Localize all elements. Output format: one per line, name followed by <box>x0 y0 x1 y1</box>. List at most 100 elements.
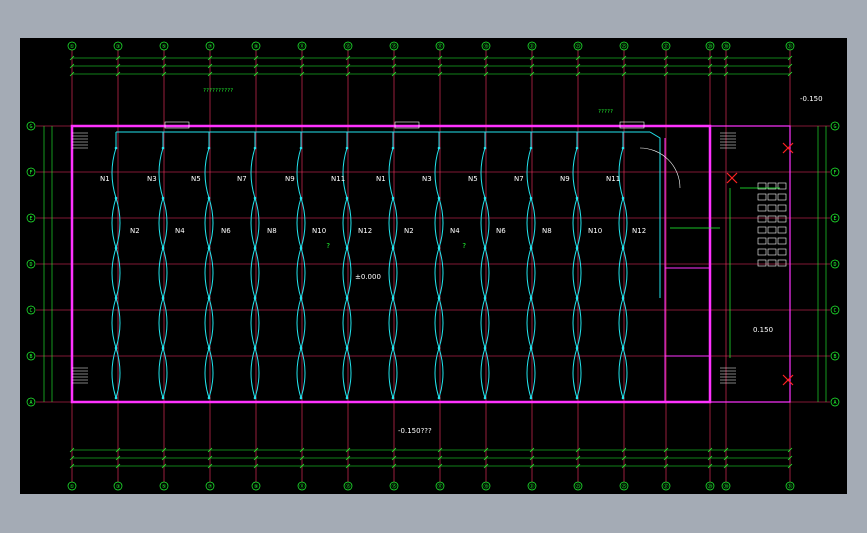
light-fixture <box>529 396 533 400</box>
light-fixture <box>207 146 211 150</box>
light-fixture <box>161 396 165 400</box>
axis-label-left: B <box>29 354 32 360</box>
light-fixture <box>114 396 118 400</box>
circuit-label: N11 <box>606 175 620 183</box>
light-fixture <box>299 346 303 350</box>
desk <box>767 193 777 201</box>
light-fixture <box>391 246 395 250</box>
light-fixture <box>161 146 165 150</box>
axis-label-top: ⑲ <box>483 43 488 50</box>
axis-label-left: D <box>29 262 32 268</box>
circuit-wire <box>572 147 578 399</box>
axis-label-right: D <box>833 262 836 268</box>
axis-label-bottom: ㉓ <box>575 483 580 490</box>
circuit-label: N9 <box>285 175 295 183</box>
circuit-label: N12 <box>358 227 372 235</box>
axis-label-right: A <box>833 400 836 406</box>
axis-label-left: C <box>29 308 32 314</box>
axis-label-bottom: ⑬ <box>345 483 350 490</box>
circuit-label: N12 <box>632 227 646 235</box>
axis-label-top: ㉕ <box>621 43 626 50</box>
desk <box>757 204 767 212</box>
circuit-label: N4 <box>175 227 185 235</box>
circuit-wire <box>526 147 532 399</box>
light-fixture <box>207 196 211 200</box>
panel-label-2: ????? <box>598 109 613 115</box>
desk <box>777 193 787 201</box>
light-fixture <box>575 396 579 400</box>
light-fixture <box>483 246 487 250</box>
light-fixture <box>529 296 533 300</box>
light-fixture <box>161 246 165 250</box>
circuit-wire <box>250 147 256 399</box>
desk <box>767 204 777 212</box>
light-fixture <box>529 346 533 350</box>
light-fixture <box>621 296 625 300</box>
light-fixture <box>483 396 487 400</box>
desk <box>777 226 787 234</box>
axis-label-top: ㉗ <box>663 43 668 50</box>
axis-label-top: ㉛ <box>787 43 792 50</box>
light-fixture <box>575 196 579 200</box>
axis-label-bottom: ㉑ <box>529 483 534 490</box>
axis-label-top: ㉚ <box>723 43 728 50</box>
light-fixture <box>575 146 579 150</box>
circuit-label: N7 <box>237 175 247 183</box>
axis-label-top: ⑦ <box>208 44 213 50</box>
circuit-label: N1 <box>376 175 386 183</box>
circuit-wire <box>111 147 117 399</box>
dimension-lines <box>43 55 827 469</box>
marker-q2: ? <box>462 242 466 250</box>
light-fixture <box>391 346 395 350</box>
panel-label: ?????????? <box>203 88 233 94</box>
axis-label-top: ⑪ <box>299 43 304 50</box>
floor-plan-svg: ①①③③⑤⑤⑦⑦⑨⑨⑪⑪⑬⑬⑮⑮⑰⑰⑲⑲㉑㉑㉓㉓㉕㉕㉗㉗㉙㉙㉚㉚㉛㉛G GF FE E… <box>26 41 840 491</box>
axis-label-bottom: ⑮ <box>391 483 396 490</box>
cad-drawing-canvas[interactable]: ①①③③⑤⑤⑦⑦⑨⑨⑪⑪⑬⑬⑮⑮⑰⑰⑲⑲㉑㉑㉓㉓㉕㉕㉗㉗㉙㉙㉚㉚㉛㉛GGFFEE… <box>20 38 847 494</box>
equipment-symbol <box>782 142 794 154</box>
light-fixture <box>114 246 118 250</box>
desk <box>777 204 787 212</box>
axis-label-right: F <box>833 170 836 176</box>
desk <box>777 215 787 223</box>
circuit-label: N7 <box>514 175 524 183</box>
axis-label-bottom: ㉕ <box>621 483 626 490</box>
circuit-label: N4 <box>450 227 460 235</box>
circuit-label: N2 <box>130 227 140 235</box>
axis-grid: ①①③③⑤⑤⑦⑦⑨⑨⑪⑪⑬⑬⑮⑮⑰⑰⑲⑲㉑㉑㉓㉓㉕㉕㉗㉗㉙㉙㉚㉚㉛㉛G GF FE E… <box>26 41 840 491</box>
axis-label-top: ⑰ <box>437 43 442 50</box>
axis-label-top: ㉓ <box>575 43 580 50</box>
circuit-wire <box>296 147 302 399</box>
circuit-label: N11 <box>331 175 345 183</box>
light-fixture <box>621 346 625 350</box>
light-fixture <box>483 196 487 200</box>
light-fixture <box>253 146 257 150</box>
circuit-label: N8 <box>542 227 552 235</box>
circuit-wire <box>158 147 164 399</box>
light-fixture <box>529 246 533 250</box>
elevation-center: ±0.000 <box>355 273 381 281</box>
circuit-label: N8 <box>267 227 277 235</box>
light-fixture <box>253 346 257 350</box>
desk <box>757 215 767 223</box>
axis-label-right: C <box>833 308 836 314</box>
desk <box>777 237 787 245</box>
circuit-label: N5 <box>468 175 478 183</box>
axis-label-left: F <box>29 170 32 176</box>
circuit-label: N1 <box>100 175 110 183</box>
light-fixture <box>345 146 349 150</box>
circuit-labels: N1 N3 N5 N7 N9 N11 N1 N3 N5 N7 N9 N11 N2 N4 N6 N8 N10 N12… <box>100 175 646 235</box>
light-fixture <box>575 246 579 250</box>
light-fixture <box>207 246 211 250</box>
axis-label-top: ⑤ <box>162 44 167 50</box>
light-fixture <box>621 146 625 150</box>
axis-label-right: G <box>833 124 836 130</box>
light-fixture <box>437 246 441 250</box>
elevation-bottom: -0.150??? <box>398 427 432 435</box>
light-fixture <box>114 146 118 150</box>
light-fixture <box>299 246 303 250</box>
axis-label-top: ⑬ <box>345 43 350 50</box>
axis-label-bottom: ㉙ <box>707 483 712 490</box>
circuit-label: N9 <box>560 175 570 183</box>
circuit-label: N2 <box>404 227 414 235</box>
